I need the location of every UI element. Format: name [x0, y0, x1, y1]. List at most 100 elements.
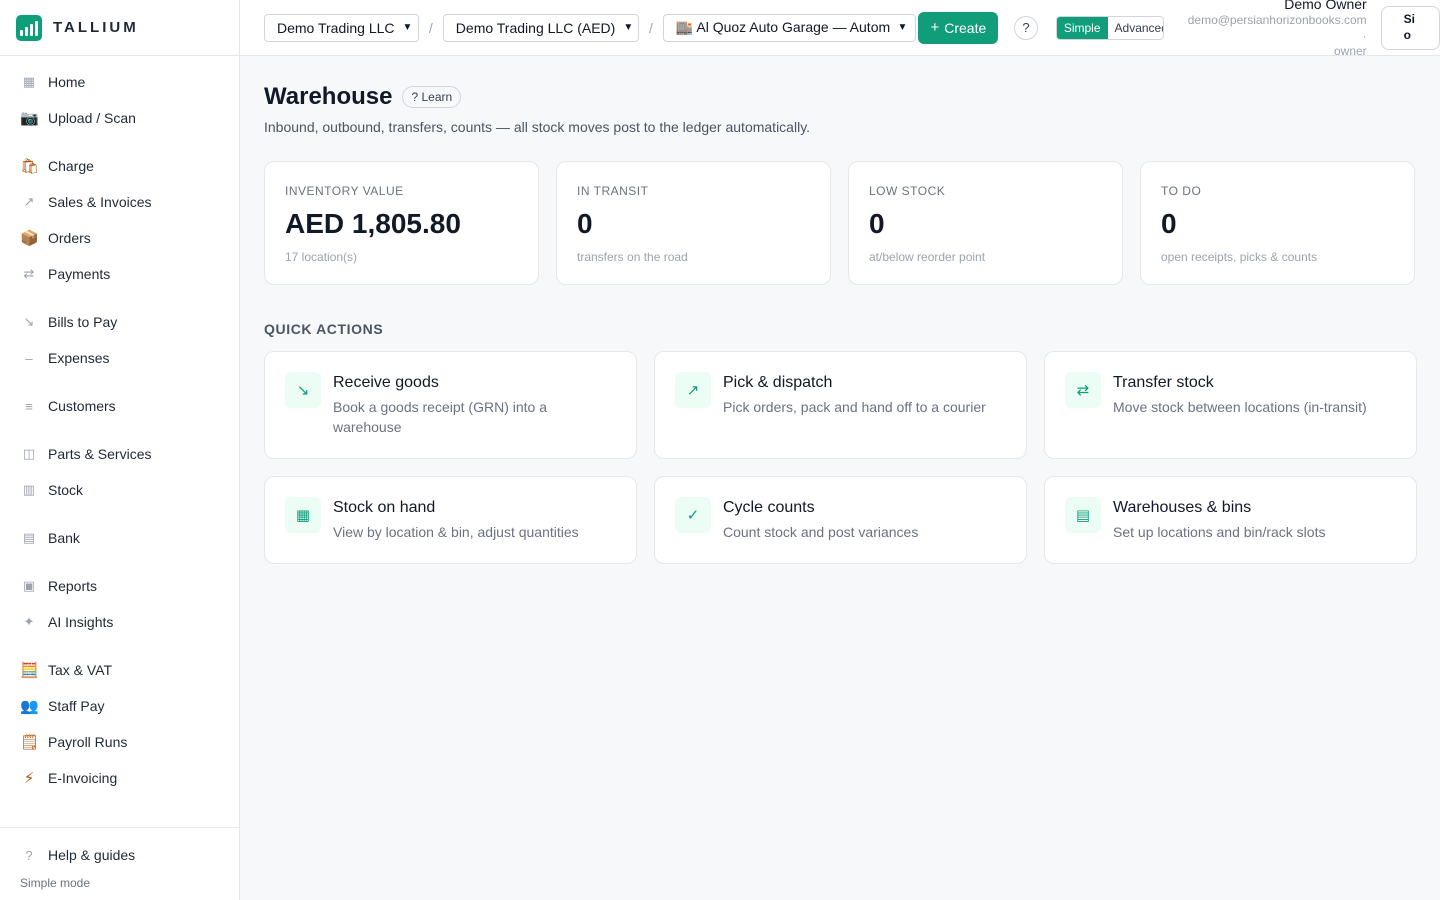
user-info: Demo Owner demo@persianhorizonbooks.com … — [1184, 0, 1367, 56]
ai-insights-icon: ✦ — [23, 614, 35, 629]
kpi-subtext: at/below reorder point — [869, 250, 986, 264]
kpi-value: AED 1,805.80 — [285, 208, 461, 239]
sidebar-item-expenses[interactable]: – Expenses — [0, 340, 239, 376]
sidebar-item-label: Reports — [48, 578, 98, 594]
sidebar-item-label: E-Invoicing — [48, 770, 118, 786]
sidebar: TALLIUM ▦ Home 📷 Upload / Scan 🛍 Charge ↗ Sales… — [0, 0, 240, 900]
sidebar-item-label: Payroll Runs — [48, 734, 128, 750]
sidebar-item-ai-insights[interactable]: ✦ AI Insights — [0, 604, 239, 640]
parts-services-icon: ◫ — [22, 446, 36, 461]
nav-group-gap — [0, 508, 239, 520]
home-icon: ▦ — [22, 74, 36, 89]
help-button[interactable]: ? — [1014, 15, 1038, 40]
action-title: Receive goods — [333, 374, 439, 391]
action-receive-goods[interactable]: ↘ Receive goods Book a goods receipt (GR… — [264, 351, 637, 459]
mode-simple-option[interactable]: Simple — [1056, 16, 1108, 39]
mode-toggle: Simple Advanced — [1055, 15, 1164, 40]
quick-actions-title: QUICK ACTIONS — [264, 321, 384, 337]
nav-group-gap — [0, 424, 239, 436]
action-description: View by location & bin, adjust quantitie… — [333, 524, 579, 540]
sidebar-item-payments[interactable]: ⇄ Payments — [0, 256, 239, 292]
sales-invoices-icon: ↗ — [23, 194, 35, 209]
transfer-arrows-icon: ⇄ — [1065, 372, 1101, 408]
staff-pay-icon: 👥 — [20, 698, 39, 715]
kpi-card-to-do: TO DO 0 open receipts, picks & counts — [1140, 161, 1415, 285]
payments-icon: ⇄ — [23, 266, 35, 281]
kpi-card-low-stock: LOW STOCK 0 at/below reorder point — [848, 161, 1123, 285]
sidebar-item-orders[interactable]: 📦 Orders — [0, 220, 239, 256]
kpi-card-in-transit: IN TRANSIT 0 transfers on the road — [556, 161, 831, 285]
create-button[interactable]: + Create — [918, 11, 999, 44]
upload-scan-icon: 📷 — [20, 110, 39, 127]
mode-advanced-option[interactable]: Advanced — [1108, 17, 1163, 39]
action-warehouses-bins[interactable]: ▤ Warehouses & bins Set up locations and… — [1044, 476, 1417, 564]
kpi-label: INVENTORY VALUE — [285, 184, 404, 198]
kpi-value: 0 — [577, 208, 593, 239]
brand-name: TALLIUM — [53, 19, 139, 36]
kpi-label: IN TRANSIT — [577, 184, 649, 198]
sidebar-item-staff-pay[interactable]: 👥 Staff Pay — [0, 688, 239, 724]
expenses-icon: – — [25, 350, 33, 366]
sidebar-item-label: Stock — [48, 482, 84, 498]
learn-button[interactable]: ? Learn — [402, 86, 462, 108]
sidebar-item-tax-vat[interactable]: 🧮 Tax & VAT — [0, 652, 239, 688]
nav-group-gap — [0, 292, 239, 304]
kpi-cards: INVENTORY VALUE AED 1,805.80 17 location… — [264, 161, 1416, 285]
action-cycle-counts[interactable]: ✓ Cycle counts Count stock and post vari… — [654, 476, 1027, 564]
ledger-select[interactable]: Demo Trading LLC (AED) ▼ — [442, 13, 639, 42]
action-description: Book a goods receipt (GRN) into a wareho… — [333, 399, 547, 436]
action-transfer-stock[interactable]: ⇄ Transfer stock Move stock between loca… — [1044, 351, 1417, 459]
location-select[interactable]: 🏬 Al Quoz Auto Garage — Automotive ▼ — [662, 13, 917, 42]
help-icon: ? — [25, 847, 33, 863]
company-select[interactable]: Demo Trading LLC ▼ — [264, 13, 419, 42]
kpi-subtext: transfers on the road — [577, 250, 688, 264]
plus-icon: + — [930, 19, 940, 36]
user-email: demo@persianhorizonbooks.com · — [1187, 13, 1367, 43]
tax-vat-icon: 🧮 — [20, 662, 39, 679]
stock-icon: ▥ — [22, 482, 36, 497]
kpi-label: TO DO — [1161, 184, 1202, 198]
create-button-label: Create — [944, 19, 987, 36]
sidebar-item-reports[interactable]: ▣ Reports — [0, 568, 239, 604]
chevron-down-icon: ▼ — [623, 22, 634, 33]
sidebar-item-label: Staff Pay — [48, 698, 105, 714]
user-role: owner — [1333, 44, 1367, 56]
sidebar-item-label: Customers — [48, 398, 116, 414]
page-subtitle: Inbound, outbound, transfers, counts — a… — [264, 119, 811, 135]
sidebar-item-label: Tax & VAT — [48, 662, 113, 678]
sidebar-item-parts-services[interactable]: ◫ Parts & Services — [0, 436, 239, 472]
sidebar-item-upload-scan[interactable]: 📷 Upload / Scan — [0, 100, 239, 136]
sidebar-item-label: Upload / Scan — [48, 110, 136, 126]
sidebar-item-label: Orders — [48, 230, 91, 246]
sidebar-item-stock[interactable]: ▥ Stock — [0, 472, 239, 508]
sidebar-item-bank[interactable]: ▤ Bank — [0, 520, 239, 556]
sidebar-item-sales-invoices[interactable]: ↗ Sales & Invoices — [0, 184, 239, 220]
bills-to-pay-icon: ↘ — [23, 314, 35, 329]
breadcrumb-separator: / — [648, 19, 653, 36]
nav-group-gap — [0, 556, 239, 568]
nav-group-gap — [0, 640, 239, 652]
sidebar-item-home[interactable]: ▦ Home — [0, 64, 239, 100]
action-description: Count stock and post variances — [723, 524, 919, 540]
action-stock-on-hand[interactable]: ▦ Stock on hand View by location & bin, … — [264, 476, 637, 564]
sign-out-button[interactable]: Si o — [1380, 5, 1440, 50]
kpi-subtext: 17 location(s) — [285, 250, 358, 264]
sidebar-item-payroll-runs[interactable]: 🗒 Payroll Runs — [0, 724, 239, 760]
bank-icon: ▤ — [22, 530, 36, 545]
brand[interactable]: TALLIUM — [0, 0, 239, 56]
sidebar-item-label: Charge — [48, 158, 94, 174]
sidebar-item-label: Bank — [48, 530, 80, 546]
charge-icon: 🛍 — [20, 158, 40, 175]
kpi-card-inventory-value: INVENTORY VALUE AED 1,805.80 17 location… — [264, 161, 539, 285]
tallium-logo-icon — [16, 14, 42, 41]
sidebar-item-bills-to-pay[interactable]: ↘ Bills to Pay — [0, 304, 239, 340]
location-select-value: 🏬 Al Quoz Auto Garage — Automotive — [675, 19, 890, 35]
action-pick-dispatch[interactable]: ↗ Pick & dispatch Pick orders, pack and … — [654, 351, 1027, 459]
orders-icon: 📦 — [20, 230, 39, 247]
sidebar-item-customers[interactable]: ≡ Customers — [0, 388, 239, 424]
customers-icon: ≡ — [25, 398, 33, 414]
sidebar-item-e-invoicing[interactable]: ⚡ E-Invoicing — [0, 760, 239, 796]
sidebar-item-help-guides[interactable]: ? Help & guides — [0, 844, 239, 866]
sidebar-item-charge[interactable]: 🛍 Charge — [0, 148, 239, 184]
action-title: Cycle counts — [723, 499, 815, 516]
